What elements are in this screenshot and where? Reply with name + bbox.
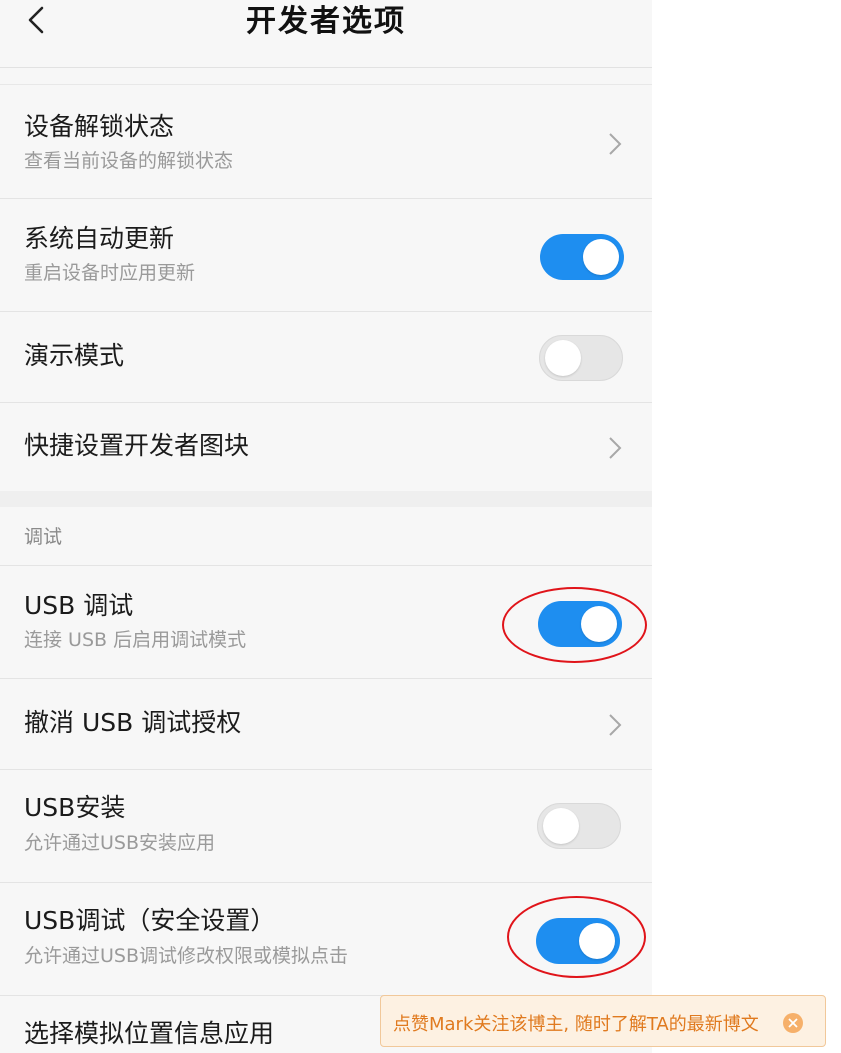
row-title: 选择模拟位置信息应用 bbox=[24, 1019, 275, 1048]
row-title: USB 调试 bbox=[24, 591, 134, 620]
annotation-circle bbox=[507, 896, 646, 978]
toggle-knob bbox=[543, 808, 579, 844]
row-title: 设备解锁状态 bbox=[24, 112, 175, 141]
chevron-right-icon bbox=[608, 713, 622, 737]
chevron-right-icon bbox=[608, 436, 622, 460]
row-system-auto-update[interactable]: 系统自动更新 重启设备时应用更新 bbox=[0, 199, 652, 312]
row-title: 快捷设置开发者图块 bbox=[24, 431, 250, 460]
close-icon[interactable] bbox=[783, 1013, 803, 1033]
row-title: 系统自动更新 bbox=[24, 224, 175, 253]
row-subtitle: 允许通过USB安装应用 bbox=[24, 832, 216, 854]
annotation-circle bbox=[502, 587, 647, 663]
row-usb-install[interactable]: USB安装 允许通过USB安装应用 bbox=[0, 770, 652, 883]
top-bar: 开发者选项 bbox=[0, 0, 652, 68]
section-divider bbox=[0, 491, 652, 507]
row-quick-settings-tiles[interactable]: 快捷设置开发者图块 bbox=[0, 403, 652, 491]
follow-toast[interactable]: 点赞Mark关注该博主, 随时了解TA的最新博文 bbox=[380, 995, 826, 1047]
row-title: USB安装 bbox=[24, 793, 126, 822]
page-background bbox=[652, 0, 841, 1053]
row-title: 撤消 USB 调试授权 bbox=[24, 708, 242, 737]
settings-screen: 开发者选项 设备解锁状态 查看当前设备的解锁状态 系统自动更新 重启设备时应用更… bbox=[0, 0, 652, 1053]
toggle-knob bbox=[545, 340, 581, 376]
page-title: 开发者选项 bbox=[246, 4, 406, 39]
usb-install-toggle[interactable] bbox=[537, 803, 621, 849]
row-subtitle: 重启设备时应用更新 bbox=[24, 262, 196, 284]
chevron-right-icon bbox=[608, 132, 622, 156]
row-subtitle: 连接 USB 后启用调试模式 bbox=[24, 629, 247, 651]
row-demo-mode[interactable]: 演示模式 bbox=[0, 312, 652, 403]
section-header-debug: 调试 bbox=[24, 526, 63, 548]
row-title: USB调试（安全设置） bbox=[24, 906, 276, 935]
row-subtitle: 允许通过USB调试修改权限或模拟点击 bbox=[24, 945, 349, 967]
demo-mode-toggle[interactable] bbox=[539, 335, 623, 381]
auto-update-toggle[interactable] bbox=[540, 234, 624, 280]
row-subtitle: 查看当前设备的解锁状态 bbox=[24, 150, 234, 172]
row-revoke-usb-auth[interactable]: 撤消 USB 调试授权 bbox=[0, 679, 652, 770]
row-device-unlock-status[interactable]: 设备解锁状态 查看当前设备的解锁状态 bbox=[0, 84, 652, 199]
toggle-knob bbox=[583, 239, 619, 275]
toast-text: 点赞Mark关注该博主, 随时了解TA的最新博文 bbox=[393, 1014, 759, 1035]
row-title: 演示模式 bbox=[24, 341, 125, 370]
